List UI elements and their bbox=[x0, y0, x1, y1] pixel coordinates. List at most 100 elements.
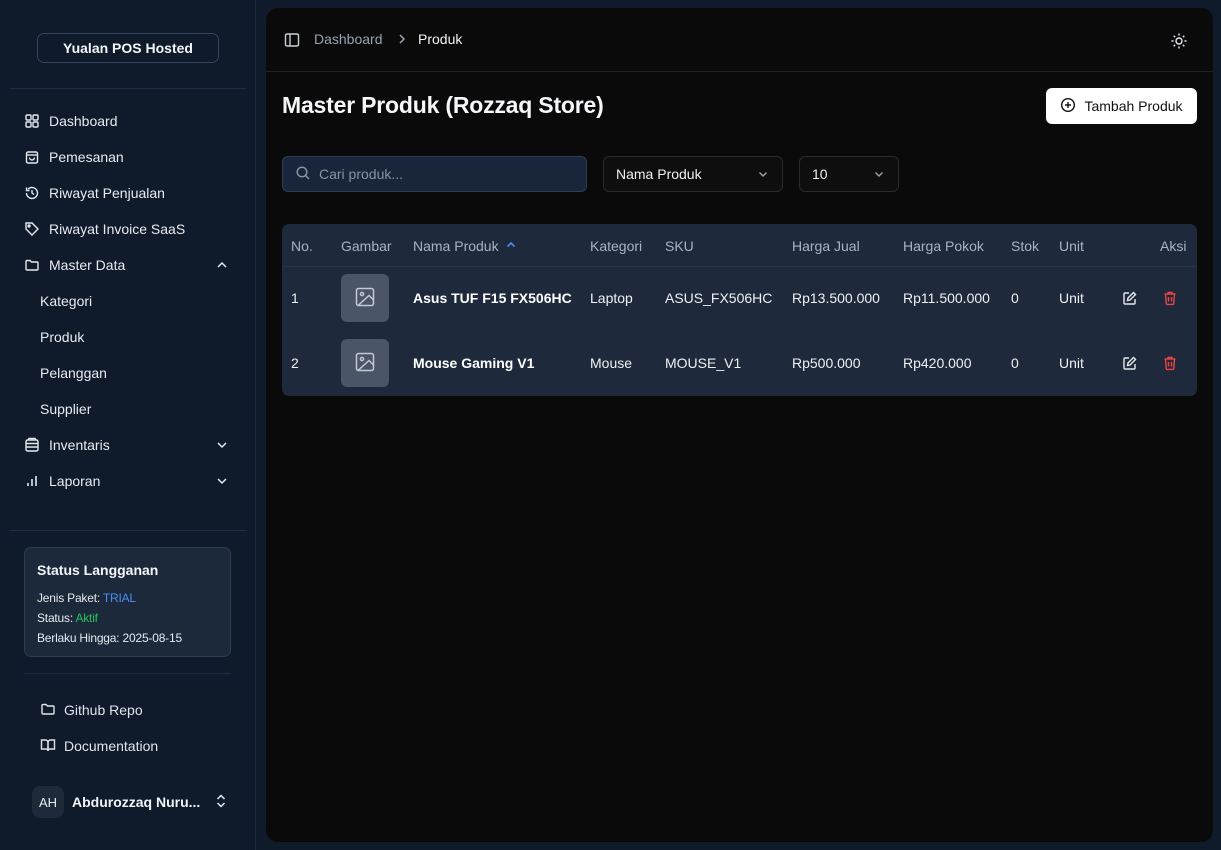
breadcrumb-produk: Produk bbox=[418, 31, 463, 47]
search-input[interactable] bbox=[319, 166, 569, 182]
status-row: Status: Aktif bbox=[37, 608, 218, 628]
shopping-bag-icon bbox=[24, 149, 40, 165]
cell-no: 1 bbox=[291, 290, 299, 306]
cell-cost: Rp420.000 bbox=[903, 355, 972, 371]
trash-icon[interactable] bbox=[1162, 290, 1178, 306]
column-header-label: Nama Produk bbox=[413, 238, 499, 254]
tag-icon bbox=[24, 221, 40, 237]
nav-item-riwayat-penjualan[interactable]: Riwayat Penjualan bbox=[24, 175, 234, 211]
cell-stock: 0 bbox=[1011, 355, 1019, 371]
footer-link-label: Documentation bbox=[64, 738, 159, 754]
nav-item-master-data[interactable]: Master Data bbox=[24, 247, 234, 283]
column-header-stok: Stok bbox=[1011, 238, 1040, 254]
sort-by-value: Nama Produk bbox=[616, 166, 702, 182]
footer-link-label: Github Repo bbox=[64, 702, 143, 718]
edit-icon[interactable] bbox=[1122, 290, 1138, 306]
column-header-harga-pokok: Harga Pokok bbox=[903, 238, 984, 254]
chevron-down-icon bbox=[214, 437, 230, 453]
cell-product-name: Mouse Gaming V1 bbox=[413, 355, 535, 371]
column-header-aksi: Aksi bbox=[1160, 238, 1187, 254]
folder-icon bbox=[24, 257, 40, 273]
cell-unit: Unit bbox=[1059, 290, 1084, 306]
nav-label: Pemesanan bbox=[49, 149, 124, 165]
plan-row: Jenis Paket: TRIAL bbox=[37, 588, 218, 608]
plus-circle-icon bbox=[1060, 97, 1076, 116]
trash-icon[interactable] bbox=[1162, 355, 1178, 371]
sub-item-produk[interactable]: Produk bbox=[40, 319, 230, 355]
per-page-select[interactable]: 10 bbox=[799, 156, 899, 192]
nav-item-pemesanan[interactable]: Pemesanan bbox=[24, 139, 234, 175]
book-icon bbox=[40, 737, 56, 756]
cell-cost: Rp11.500.000 bbox=[903, 290, 990, 306]
sub-item-label: Kategori bbox=[40, 293, 93, 309]
nav-label: Riwayat Penjualan bbox=[49, 185, 165, 201]
sun-icon[interactable] bbox=[1170, 32, 1188, 50]
sub-item-kategori[interactable]: Kategori bbox=[40, 283, 230, 319]
image-icon bbox=[354, 286, 376, 311]
nav-label: Master Data bbox=[49, 257, 126, 273]
sort-by-select[interactable]: Nama Produk bbox=[603, 156, 783, 192]
cell-category: Laptop bbox=[590, 290, 633, 306]
nav-item-riwayat-invoice[interactable]: Riwayat Invoice SaaS bbox=[24, 211, 234, 247]
column-header-harga-jual: Harga Jual bbox=[792, 238, 860, 254]
column-header-kategori: Kategori bbox=[590, 238, 643, 254]
status-value: Aktif bbox=[75, 611, 98, 625]
github-repo-link[interactable]: Github Repo bbox=[40, 692, 230, 728]
status-card-title: Status Langganan bbox=[37, 562, 159, 578]
page-title: Master Produk (Rozzaq Store) bbox=[282, 92, 604, 118]
search-box bbox=[282, 156, 587, 192]
nav-label: Inventaris bbox=[49, 437, 110, 453]
column-header-nama-produk[interactable]: Nama Produk bbox=[413, 238, 517, 254]
products-table: No. Gambar Nama Produk Kategori SKU Harg… bbox=[282, 224, 1197, 396]
divider bbox=[282, 266, 1197, 267]
nav-label: Riwayat Invoice SaaS bbox=[49, 221, 186, 237]
sidebar-toggle-icon[interactable] bbox=[284, 32, 300, 48]
avatar: AH bbox=[32, 786, 64, 818]
documentation-link[interactable]: Documentation bbox=[40, 728, 230, 764]
breadcrumb-dashboard[interactable]: Dashboard bbox=[314, 31, 383, 47]
plan-value: TRIAL bbox=[102, 591, 136, 605]
cell-product-name: Asus TUF F15 FX506HC bbox=[413, 290, 572, 306]
valid-value: 2025-08-15 bbox=[122, 631, 183, 645]
search-icon bbox=[295, 165, 311, 184]
user-menu[interactable]: AH Abdurozzaq Nuru... bbox=[32, 784, 230, 820]
valid-until-row: Berlaku Hingga: 2025-08-15 bbox=[37, 628, 218, 648]
nav-label: Dashboard bbox=[49, 113, 118, 129]
sub-item-label: Supplier bbox=[40, 401, 92, 417]
divider bbox=[9, 530, 247, 531]
sidebar: Yualan POS Hosted Dashboard Pemesanan Ri… bbox=[0, 0, 256, 850]
grid-icon bbox=[24, 113, 40, 129]
brand-button[interactable]: Yualan POS Hosted bbox=[37, 33, 219, 63]
breadcrumb-separator bbox=[396, 32, 408, 49]
cell-unit: Unit bbox=[1059, 355, 1084, 371]
topbar: Dashboard Produk bbox=[266, 8, 1213, 72]
valid-label: Berlaku Hingga: bbox=[37, 631, 120, 645]
user-name: Abdurozzaq Nuru... bbox=[72, 794, 200, 810]
cell-sku: ASUS_FX506HC bbox=[665, 290, 773, 306]
chevron-down-icon bbox=[214, 473, 230, 489]
sort-ascending-icon bbox=[505, 238, 517, 254]
product-image-placeholder bbox=[341, 274, 389, 322]
subscription-status-card: Status Langganan Jenis Paket: TRIAL Stat… bbox=[24, 547, 231, 657]
nav-item-laporan[interactable]: Laporan bbox=[24, 463, 234, 499]
chevron-down-icon bbox=[756, 167, 770, 181]
folder-icon bbox=[40, 701, 56, 720]
sub-item-supplier[interactable]: Supplier bbox=[40, 391, 230, 427]
main-panel: Dashboard Produk Master Produk (Rozzaq S… bbox=[266, 8, 1213, 842]
cell-sku: MOUSE_V1 bbox=[665, 355, 742, 371]
cell-price: Rp500.000 bbox=[792, 355, 861, 371]
database-icon bbox=[24, 437, 40, 453]
add-product-button[interactable]: Tambah Produk bbox=[1046, 88, 1197, 124]
cell-category: Mouse bbox=[590, 355, 633, 371]
sub-item-pelanggan[interactable]: Pelanggan bbox=[40, 355, 230, 391]
cell-stock: 0 bbox=[1011, 290, 1019, 306]
column-header-no: No. bbox=[291, 238, 313, 254]
sub-item-label: Produk bbox=[40, 329, 85, 345]
history-icon bbox=[24, 185, 40, 201]
edit-icon[interactable] bbox=[1122, 355, 1138, 371]
column-header-gambar: Gambar bbox=[341, 238, 392, 254]
nav-item-dashboard[interactable]: Dashboard bbox=[24, 103, 234, 139]
cell-no: 2 bbox=[291, 355, 299, 371]
divider bbox=[24, 673, 231, 674]
nav-item-inventaris[interactable]: Inventaris bbox=[24, 427, 234, 463]
